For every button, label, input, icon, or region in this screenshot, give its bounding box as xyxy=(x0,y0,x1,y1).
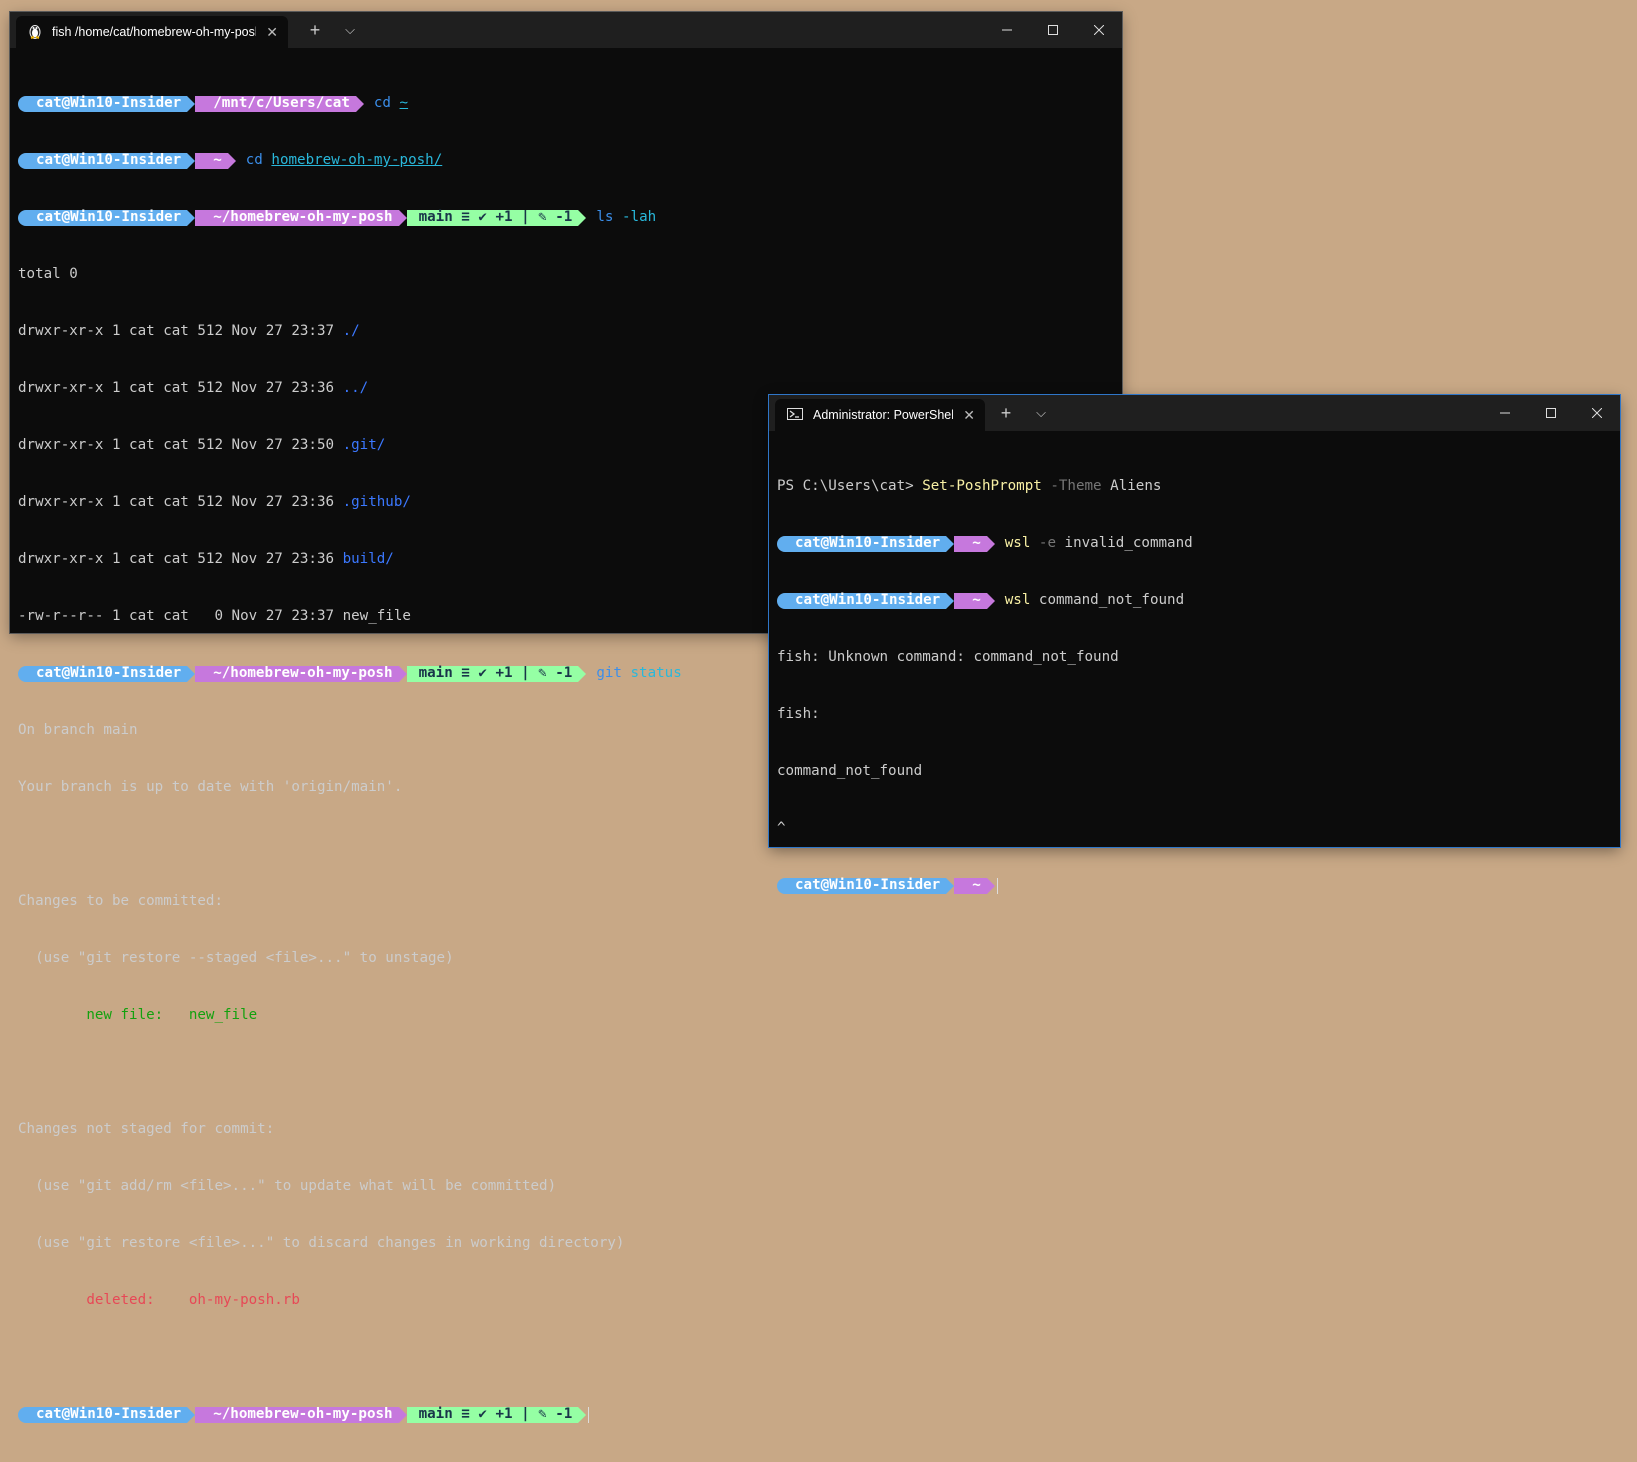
output-line: (use "git restore <file>..." to discard … xyxy=(18,1235,625,1251)
staged-file-line: new file: new_file xyxy=(18,1006,1122,1025)
prompt-user-segment: cat@Win10-Insider xyxy=(18,1406,196,1423)
powershell-icon xyxy=(787,407,803,424)
prompt-git-segment: main ≡ ✔ +1 | ✎ -1 xyxy=(406,665,587,682)
command-arg: ~ xyxy=(399,95,409,111)
maximize-icon[interactable] xyxy=(1030,12,1076,48)
prompt-path-segment: ~ xyxy=(195,152,236,169)
prompt-user-segment: cat@Win10-Insider xyxy=(18,152,196,169)
ls-name: ./ xyxy=(342,323,360,339)
close-icon[interactable] xyxy=(1076,12,1122,48)
prompt-line: cat@Win10-Insider/mnt/c/Users/cat cd ~ xyxy=(18,94,1122,113)
close-icon[interactable] xyxy=(1574,395,1620,431)
prompt-path-segment: ~/homebrew-oh-my-posh xyxy=(195,1406,407,1423)
prompt-user-segment: cat@Win10-Insider xyxy=(777,877,955,894)
prompt-line: cat@Win10-Insider ~ wsl -e invalid_command xyxy=(777,534,1620,553)
ls-name: build/ xyxy=(342,551,394,567)
chevron-down-icon[interactable]: ⌵ xyxy=(335,12,365,48)
prompt-user-segment: cat@Win10-Insider xyxy=(18,665,196,682)
prompt-path-segment: ~/homebrew-oh-my-posh xyxy=(195,665,407,682)
prompt-line: cat@Win10-Insider ~ cd homebrew-oh-my-posh… xyxy=(18,151,1122,170)
terminal-window-powershell: Administrator: PowerShell ✕ + ⌵ PS C:\Us… xyxy=(769,395,1620,894)
prompt-path-segment: /mnt/c/Users/cat xyxy=(195,95,364,112)
tab-close-icon[interactable]: ✕ xyxy=(963,407,975,424)
prompt-line: cat@Win10-Insider ~/homebrew-oh-my-posh ma… xyxy=(18,208,1122,227)
ls-name: .github/ xyxy=(342,494,411,510)
deleted-file-line: deleted: oh-my-posh.rb xyxy=(18,1291,1122,1310)
command-rest: invalid_command xyxy=(1056,535,1193,551)
output-line: fish: xyxy=(777,706,820,722)
ls-name: ../ xyxy=(342,380,369,396)
prompt-user-segment: cat@Win10-Insider xyxy=(777,592,955,609)
prompt-path-segment: ~ xyxy=(954,592,995,609)
tab-title: Administrator: PowerShell xyxy=(813,408,954,422)
output-line: (use "git add/rm <file>..." to update wh… xyxy=(18,1178,557,1194)
ps-prompt-line: PS C:\Users\cat> Set-PoshPrompt -Theme A… xyxy=(777,477,1620,496)
linux-penguin-icon xyxy=(28,23,42,42)
output-line: fish: Unknown command: command_not_found xyxy=(777,649,1119,665)
ls-meta: drwxr-xr-x 1 cat cat 512 Nov 27 23:36 xyxy=(18,551,343,567)
ps-flag: -Theme xyxy=(1041,478,1102,494)
chevron-down-icon[interactable]: ⌵ xyxy=(1026,395,1056,431)
text-cursor xyxy=(588,1406,590,1423)
prompt-path-segment: ~/homebrew-oh-my-posh xyxy=(195,209,407,226)
ls-meta: drwxr-xr-x 1 cat cat 512 Nov 27 23:37 xyxy=(18,323,343,339)
ls-meta: drwxr-xr-x 1 cat cat 512 Nov 27 23:36 xyxy=(18,380,343,396)
command: ls xyxy=(596,209,614,225)
prompt-user-segment: cat@Win10-Insider xyxy=(18,95,196,112)
prompt-line: cat@Win10-Insider ~/homebrew-oh-my-posh ma… xyxy=(18,1405,1122,1424)
output-line: total 0 xyxy=(18,266,78,282)
staged-file: new_file xyxy=(188,1007,258,1023)
command: cd xyxy=(245,152,263,168)
ls-meta: drwxr-xr-x 1 cat cat 512 Nov 27 23:36 xyxy=(18,494,343,510)
ls-meta: drwxr-xr-x 1 cat cat 512 Nov 27 23:50 xyxy=(18,437,343,453)
ps-value: Aliens xyxy=(1101,478,1162,494)
prompt-line: cat@Win10-Insider ~ wsl command_not_found xyxy=(777,591,1620,610)
maximize-icon[interactable] xyxy=(1528,395,1574,431)
command-rest: command_not_found xyxy=(1030,592,1185,608)
ls-meta: -rw-r--r-- 1 cat cat 0 Nov 27 23:37 xyxy=(18,608,343,624)
prompt-line: cat@Win10-Insider ~ xyxy=(777,876,1620,895)
prompt-git-segment: main ≡ ✔ +1 | ✎ -1 xyxy=(406,209,587,226)
tab-close-icon[interactable]: ✕ xyxy=(266,24,278,41)
new-tab-plus-icon[interactable]: + xyxy=(300,12,330,48)
prompt-user-segment: cat@Win10-Insider xyxy=(18,209,196,226)
command: cd xyxy=(373,95,391,111)
ls-name: new_file xyxy=(342,608,411,624)
prompt-path-segment: ~ xyxy=(954,877,995,894)
text-cursor xyxy=(996,877,998,894)
command-flag: -e xyxy=(1030,535,1057,551)
output-line: (use "git restore --staged <file>..." to… xyxy=(18,950,454,966)
output-line: ^ xyxy=(777,820,786,836)
command-arg: -lah xyxy=(621,209,657,225)
prompt-path-segment: ~ xyxy=(954,535,995,552)
tab-powershell[interactable]: Administrator: PowerShell ✕ xyxy=(775,399,985,431)
ls-row: drwxr-xr-x 1 cat cat 512 Nov 27 23:37 ./ xyxy=(18,322,1122,341)
title-bar: Administrator: PowerShell ✕ + ⌵ xyxy=(769,395,1620,431)
command: wsl xyxy=(1004,535,1031,551)
title-bar: fish /home/cat/homebrew-oh-my-posh ✕ + ⌵ xyxy=(10,12,1122,48)
output-line: command_not_found xyxy=(777,763,923,779)
ps-prefix: PS C:\Users\cat> xyxy=(777,478,923,494)
minimize-icon[interactable] xyxy=(984,12,1030,48)
command: wsl xyxy=(1004,592,1031,608)
minimize-icon[interactable] xyxy=(1482,395,1528,431)
deleted-label: deleted: xyxy=(18,1292,189,1308)
new-tab-plus-icon[interactable]: + xyxy=(991,395,1021,431)
staged-label: new file: xyxy=(18,1007,189,1023)
ls-name: .git/ xyxy=(342,437,386,453)
tab-title: fish /home/cat/homebrew-oh-my-posh xyxy=(52,25,257,39)
prompt-user-segment: cat@Win10-Insider xyxy=(777,535,955,552)
tab-fish[interactable]: fish /home/cat/homebrew-oh-my-posh ✕ xyxy=(16,16,288,48)
terminal-output[interactable]: PS C:\Users\cat> Set-PoshPrompt -Theme A… xyxy=(777,439,1620,894)
prompt-git-segment: main ≡ ✔ +1 | ✎ -1 xyxy=(406,1406,587,1423)
command-arg: status xyxy=(630,665,682,681)
output-line: Changes not staged for commit: xyxy=(18,1121,275,1137)
command: git xyxy=(596,665,622,681)
command-arg: homebrew-oh-my-posh/ xyxy=(271,152,443,168)
deleted-file: oh-my-posh.rb xyxy=(188,1292,300,1308)
ps-command: Set-PoshPrompt xyxy=(922,478,1042,494)
